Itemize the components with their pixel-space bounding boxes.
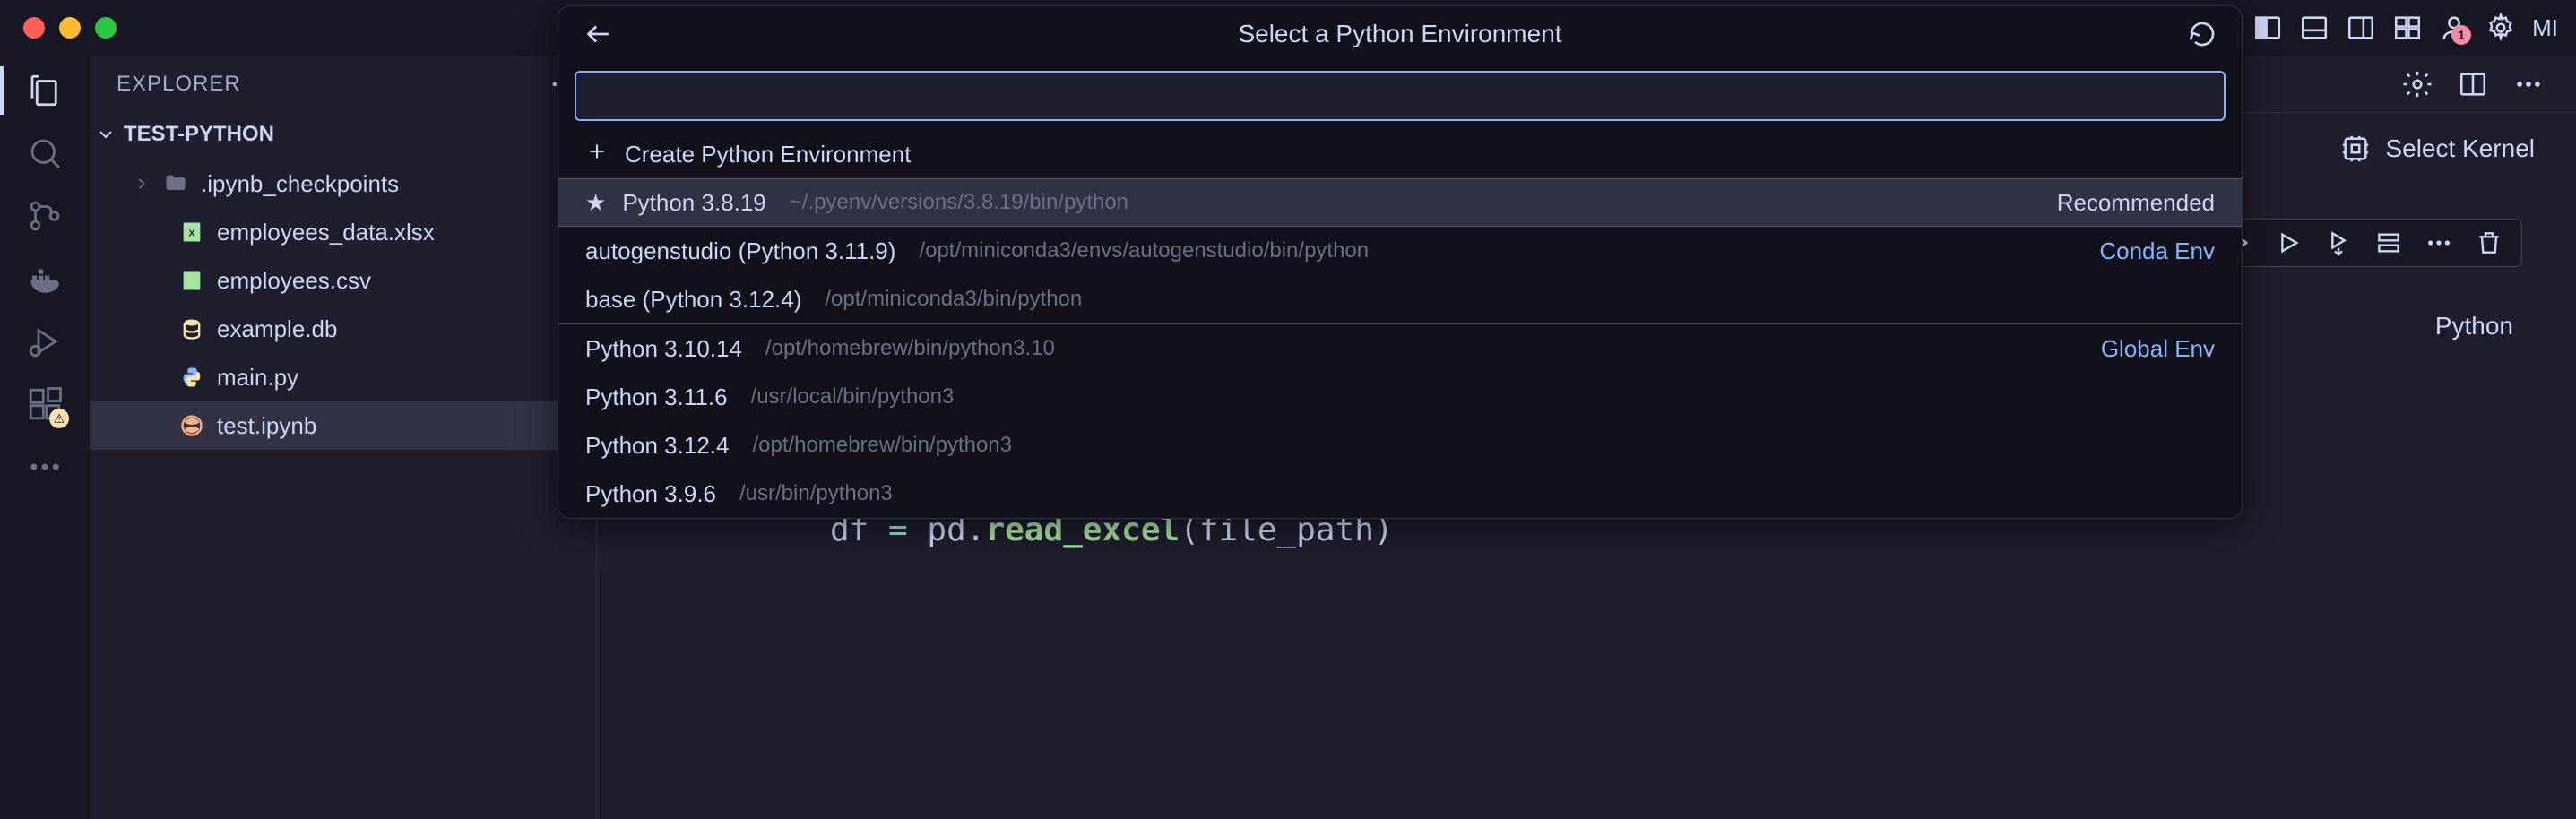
file-name: test.ipynb: [217, 412, 316, 440]
run-settings-icon[interactable]: [2402, 69, 2433, 99]
close-window[interactable]: [23, 17, 45, 39]
quickpick-title: Select a Python Environment: [1238, 20, 1561, 48]
svg-text:X: X: [188, 228, 194, 239]
title-actions: 1 MI: [2252, 13, 2558, 43]
sidebar: EXPLORER TEST-PYTHON .ipynb_checkpoints …: [90, 56, 597, 819]
profile-initials[interactable]: MI: [2532, 14, 2558, 42]
env-name: Python 3.10.14: [585, 335, 742, 363]
env-name: Python 3.8.19: [622, 189, 765, 217]
file-name: example.db: [217, 315, 337, 343]
env-name: Python 3.9.6: [585, 480, 716, 508]
extensions-icon[interactable]: ⚠: [26, 385, 64, 423]
environment-item[interactable]: Python 3.10.14 /opt/homebrew/bin/python3…: [558, 324, 2242, 373]
env-path: /opt/miniconda3/envs/autogenstudio/bin/p…: [919, 238, 1369, 263]
environment-item[interactable]: autogenstudio (Python 3.11.9) /opt/minic…: [558, 227, 2242, 275]
db-icon: [179, 316, 204, 341]
layout-bottom-icon[interactable]: [2299, 13, 2330, 43]
env-path: /usr/local/bin/python3: [751, 384, 955, 410]
search-icon[interactable]: [26, 134, 64, 172]
layout-primary-icon[interactable]: [2252, 13, 2283, 43]
file-tree: .ipynb_checkpoints X employees_data.xlsx…: [90, 156, 596, 450]
explorer-header: EXPLORER: [90, 56, 596, 113]
folder-item[interactable]: .ipynb_checkpoints: [90, 159, 596, 208]
csv-icon: [179, 268, 204, 293]
file-name: main.py: [217, 364, 298, 392]
docker-icon[interactable]: [26, 260, 64, 297]
quickpick-panel: Select a Python Environment Create Pytho…: [558, 5, 2243, 519]
file-item[interactable]: test.ipynb: [90, 401, 596, 450]
env-path: ~/.pyenv/versions/3.8.19/bin/python: [790, 190, 1128, 215]
maximize-window[interactable]: [95, 17, 117, 39]
delete-cell-icon[interactable]: [2475, 228, 2503, 257]
explorer-icon[interactable]: [26, 72, 64, 109]
layout-right-icon[interactable]: [2346, 13, 2376, 43]
env-tag: Recommended: [2057, 189, 2215, 217]
quickpick-list: Create Python Environment ★ Python 3.8.1…: [558, 130, 2242, 518]
environment-item[interactable]: base (Python 3.12.4) /opt/miniconda3/bin…: [558, 275, 2242, 323]
execute-below-icon[interactable]: [2324, 228, 2353, 257]
env-name: autogenstudio (Python 3.11.9): [585, 237, 895, 265]
env-name: Python 3.12.4: [585, 432, 729, 460]
workspace-folder-name: TEST-PYTHON: [124, 122, 274, 147]
split-cell-icon[interactable]: [2374, 228, 2403, 257]
account-icon[interactable]: 1: [2439, 13, 2469, 43]
environment-item[interactable]: Python 3.9.6 /usr/bin/python3: [558, 470, 2242, 518]
run-debug-icon[interactable]: [26, 323, 64, 360]
plus-icon: [585, 140, 609, 169]
file-item[interactable]: example.db: [90, 305, 596, 353]
notification-badge: 1: [2451, 25, 2471, 45]
env-name: Python 3.11.6: [585, 384, 728, 411]
quickpick-input[interactable]: [575, 71, 2226, 121]
execute-cell-icon[interactable]: [2274, 228, 2303, 257]
kernel-label: Select Kernel: [2385, 134, 2535, 163]
create-environment-item[interactable]: Create Python Environment: [558, 130, 2242, 178]
jupyter-icon: [179, 413, 204, 438]
settings-gear-icon[interactable]: [2485, 13, 2516, 43]
file-name: .ipynb_checkpoints: [201, 170, 399, 198]
more-editor-icon[interactable]: [2513, 69, 2544, 99]
cell-more-icon[interactable]: [2425, 228, 2453, 257]
env-path: /opt/homebrew/bin/python3: [752, 433, 1012, 458]
environment-item[interactable]: Python 3.12.4 /opt/homebrew/bin/python3: [558, 421, 2242, 470]
back-arrow-icon[interactable]: [583, 19, 614, 49]
source-control-icon[interactable]: [26, 197, 64, 235]
item-label: Create Python Environment: [625, 141, 911, 168]
layout-grid-icon[interactable]: [2392, 13, 2423, 43]
env-path: /usr/bin/python3: [739, 481, 893, 506]
reload-icon[interactable]: [2188, 20, 2217, 48]
file-name: employees_data.xlsx: [217, 219, 435, 246]
env-tag: Global Env: [2101, 335, 2215, 363]
environment-item[interactable]: Python 3.11.6 /usr/local/bin/python3: [558, 373, 2242, 421]
cell-toolbar: [2205, 219, 2522, 267]
split-editor-icon[interactable]: [2458, 69, 2488, 99]
python-icon: [179, 365, 204, 390]
quickpick-input-wrap: [558, 62, 2242, 130]
minimize-window[interactable]: [59, 17, 81, 39]
quickpick-title-row: Select a Python Environment: [558, 6, 2242, 62]
workspace-folder[interactable]: TEST-PYTHON: [90, 113, 596, 156]
file-item[interactable]: main.py: [90, 353, 596, 401]
env-name: base (Python 3.12.4): [585, 286, 801, 314]
xlsx-icon: X: [179, 220, 204, 245]
star-icon: ★: [585, 189, 606, 217]
env-path: /opt/homebrew/bin/python3.10: [765, 336, 1055, 361]
activity-bar: ⚠: [0, 56, 90, 819]
file-item[interactable]: employees.csv: [90, 256, 596, 305]
warning-badge-icon: ⚠: [49, 409, 69, 428]
env-path: /opt/miniconda3/bin/python: [825, 287, 1082, 312]
explorer-title: EXPLORER: [117, 72, 241, 97]
environment-item[interactable]: ★ Python 3.8.19 ~/.pyenv/versions/3.8.19…: [558, 178, 2242, 227]
file-name: employees.csv: [217, 267, 371, 295]
env-tag: Conda Env: [2099, 237, 2215, 265]
more-icon[interactable]: [26, 448, 64, 486]
window-controls: [0, 17, 117, 39]
cell-language[interactable]: Python: [2435, 312, 2513, 341]
folder-icon: [163, 171, 188, 196]
file-item[interactable]: X employees_data.xlsx: [90, 208, 596, 256]
